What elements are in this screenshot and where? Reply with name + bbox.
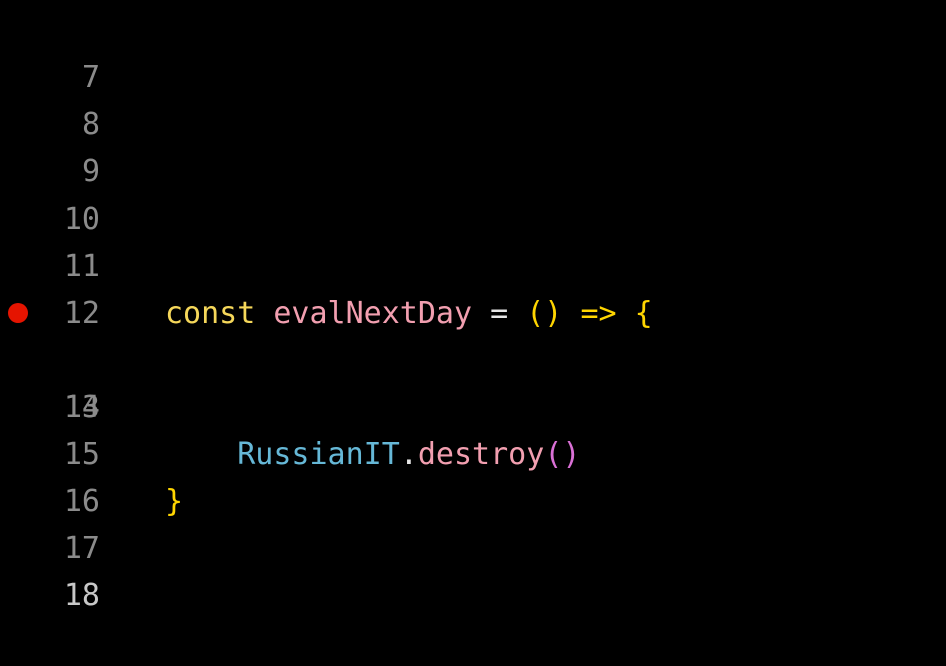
code-line-8[interactable]: 8 [0,54,946,142]
line-number[interactable]: 18 [0,572,100,619]
code-line-9[interactable]: 9 [0,101,946,189]
code-line-13[interactable]: 13 RussianIT.destroy() [0,290,946,472]
code-line-17[interactable]: 17 [0,478,946,566]
code-line-15[interactable]: 15 } [0,384,946,519]
code-line-7[interactable]: 7 [0,7,946,95]
code-line-12[interactable]: 12 [0,243,946,331]
code-line-16[interactable]: 16 [0,431,946,519]
code-line-18[interactable]: 18 [0,525,946,613]
code-line-14[interactable]: 14 [0,337,946,425]
breakpoint-icon[interactable] [8,303,28,323]
code-editor[interactable]: 7 8 9 10 11 const evalNextDay = () => { … [0,0,946,613]
code-line-11[interactable]: 11 const evalNextDay = () => { [0,196,946,331]
code-line-10[interactable]: 10 [0,149,946,237]
